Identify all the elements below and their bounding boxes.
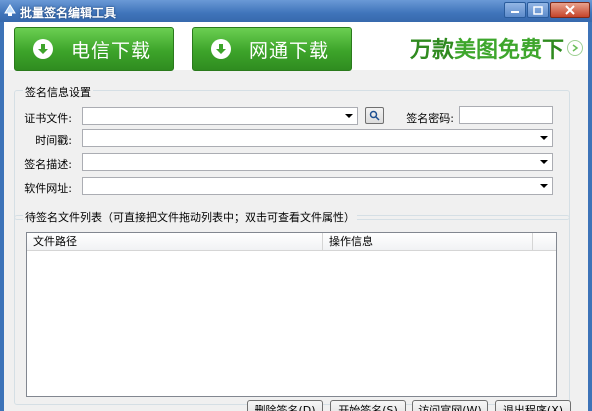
- dropdown-arrow-icon: [540, 160, 548, 164]
- description-label: 签名描述:: [24, 158, 72, 171]
- software-url-label: 软件网址:: [24, 182, 72, 195]
- timestamp-label: 时间戳:: [35, 134, 72, 147]
- list-header: 文件路径 操作信息: [27, 233, 556, 251]
- netcom-download-label: 网通下载: [249, 39, 330, 62]
- download-banner: 电信下载 网通下载 万款美图免费下: [4, 22, 588, 71]
- dropdown-arrow-icon: [540, 136, 548, 140]
- download-arrow-icon: [33, 39, 53, 59]
- maximize-button[interactable]: [527, 2, 549, 18]
- exit-button[interactable]: 退出程序(X): [495, 400, 571, 411]
- file-listview[interactable]: 文件路径 操作信息: [26, 232, 557, 397]
- close-icon: [565, 5, 575, 15]
- column-header-operation-info[interactable]: 操作信息: [323, 233, 533, 251]
- title-bar: 批量签名编辑工具: [0, 0, 592, 22]
- maximize-icon: [533, 5, 543, 15]
- promo-text-part1: 万款: [410, 38, 455, 63]
- telecom-download-button[interactable]: 电信下载: [14, 27, 174, 71]
- cert-file-combobox[interactable]: [82, 107, 358, 125]
- window-client: 电信下载 网通下载 万款美图免费下 签名信息设置 证书文件: 签名密码: 时间戳…: [4, 22, 588, 411]
- window-title: 批量签名编辑工具: [20, 6, 117, 20]
- description-combobox[interactable]: [82, 153, 553, 171]
- close-button[interactable]: [550, 2, 590, 18]
- software-url-combobox[interactable]: [82, 177, 553, 195]
- promo-text-part2: 美图免费: [454, 38, 543, 63]
- telecom-download-label: 电信下载: [71, 39, 152, 62]
- search-icon: [369, 110, 380, 121]
- browse-button[interactable]: [365, 107, 384, 124]
- netcom-download-button[interactable]: 网通下载: [192, 27, 352, 71]
- promo-next-icon[interactable]: [567, 40, 583, 56]
- start-sign-button[interactable]: 开始签名(S): [330, 400, 406, 411]
- app-icon: [4, 4, 16, 16]
- cert-file-label: 证书文件:: [24, 112, 72, 125]
- sign-info-group-title: 签名信息设置: [23, 84, 93, 100]
- minimize-icon: [511, 11, 519, 13]
- sign-password-label: 签名密码:: [406, 112, 454, 125]
- dropdown-arrow-icon: [345, 114, 353, 118]
- column-header-spacer: [533, 233, 556, 251]
- visit-website-button[interactable]: 访问官网(W): [412, 400, 488, 411]
- dropdown-arrow-icon: [540, 184, 548, 188]
- timestamp-combobox[interactable]: [82, 129, 553, 147]
- download-arrow-icon: [211, 39, 231, 59]
- column-header-file-path[interactable]: 文件路径: [27, 233, 323, 251]
- promo-link[interactable]: 万款美图免费下: [410, 32, 564, 64]
- minimize-button[interactable]: [504, 2, 526, 18]
- promo-text-part3: 下: [542, 38, 565, 63]
- file-list-group-title: 待签名文件列表（可直接把文件拖动列表中；双击可查看文件属性）: [23, 209, 357, 225]
- delete-sign-button[interactable]: 删除签名(D): [247, 400, 323, 411]
- sign-password-field[interactable]: [459, 106, 553, 124]
